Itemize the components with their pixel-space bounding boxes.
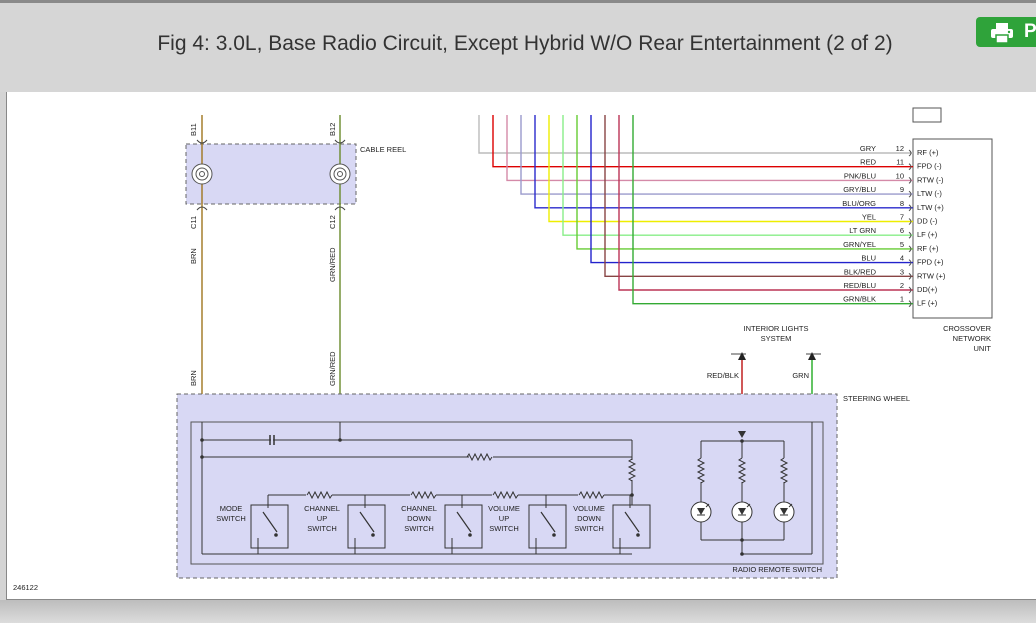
figure-number: 246122 (13, 583, 38, 592)
red-blk-arrow (738, 352, 746, 360)
print-button-label: P (1024, 21, 1036, 42)
switch-label-3-line1: CHANNEL (401, 504, 437, 513)
pin-number-6: 6 (900, 226, 904, 235)
switch-label-2-line3: SWITCH (307, 524, 337, 533)
pin-c12: C12 (328, 215, 337, 229)
pin-function-10: RTW (-) (917, 175, 944, 184)
pin-function-6: LF (+) (917, 230, 938, 239)
switch-label-5-line3: SWITCH (574, 524, 604, 533)
header-bar: Fig 4: 3.0L, Base Radio Circuit, Except … (0, 0, 1036, 92)
wire-label-grn-red-upper: GRN/RED (328, 247, 337, 282)
wire-color-label-pin-5: GRN/YEL (843, 240, 876, 249)
pin-number-4: 4 (900, 254, 904, 263)
switch-label-4-line1: VOLUME (488, 504, 520, 513)
pin-function-4: FPD (+) (917, 258, 944, 267)
wire-color-label-pin-10: PNK/BLU (844, 171, 876, 180)
pin-function-11: FPD (-) (917, 162, 942, 171)
cable-reel-coil-right (329, 163, 351, 185)
interior-lights-label-line2: SYSTEM (761, 334, 792, 343)
wire-label-grn-red-lower: GRN/RED (328, 351, 337, 386)
wire-pin-3 (604, 115, 913, 277)
wire-color-label-pin-6: LT GRN (849, 226, 876, 235)
crossover-label-line2: NETWORK (953, 334, 991, 343)
pin-function-5: RF (+) (917, 244, 939, 253)
wire-color-label-pin-9: GRY/BLU (843, 185, 876, 194)
pin-c11: C11 (189, 216, 198, 229)
wire-label-brn-upper: BRN (189, 248, 198, 264)
wire-color-label-pin-3: BLK/RED (844, 267, 877, 276)
switch-label-3-line2: DOWN (407, 514, 431, 523)
pin-function-7: DD (-) (917, 217, 938, 226)
pin-number-9: 9 (900, 185, 904, 194)
red-blk-wire-label: RED/BLK (707, 371, 739, 380)
wire-pin-9 (520, 115, 913, 195)
pin-number-12: 12 (896, 144, 904, 153)
wire-color-label-pin-2: RED/BLU (843, 281, 876, 290)
pin-number-3: 3 (900, 267, 904, 276)
pin-function-2: DD(+) (917, 285, 938, 294)
switch-contact-3 (468, 533, 472, 537)
radio-remote-switch-label: RADIO REMOTE SWITCH (732, 565, 822, 574)
pin-b11: B11 (189, 123, 198, 136)
wire-color-label-pin-12: GRY (860, 144, 876, 153)
switch-label-5-line2: DOWN (577, 514, 601, 523)
pin-function-1: LF (+) (917, 299, 938, 308)
cable-reel-label: CABLE REEL (360, 145, 406, 154)
wire-pin-11 (492, 115, 913, 168)
wire-pin-12 (478, 115, 913, 154)
pin-function-9: LTW (-) (917, 189, 942, 198)
switch-contact-1 (274, 533, 278, 537)
wire-color-label-pin-8: BLU/ORG (842, 199, 876, 208)
cap-gap (271, 436, 273, 444)
switch-label-2-line2: UP (317, 514, 327, 523)
footer-band (0, 600, 1036, 623)
pin-b12: B12 (328, 123, 337, 136)
switch-label-2-line1: CHANNEL (304, 504, 340, 513)
switch-contact-2 (371, 533, 375, 537)
crossover-stub (912, 107, 942, 123)
junction-second-bus (200, 455, 204, 459)
junction-brn (200, 438, 204, 442)
printer-icon (991, 23, 1013, 43)
wire-color-label-pin-4: BLU (861, 254, 876, 263)
crossover-pin-layer: GRY 12 RF (+)RED 11 FPD (-)PNK/BLU 10 RTW (-)G… (478, 115, 946, 308)
junction-switch-bus (630, 493, 634, 497)
wiring-diagram: CABLE REEL B11 B12 C11 C12 BRN GRN/RED B… (13, 107, 993, 592)
wire-color-label-pin-1: GRN/BLK (843, 295, 876, 304)
switch-label-4-line2: UP (499, 514, 509, 523)
grn-wire-label: GRN (792, 371, 809, 380)
crossover-label-line3: UNIT (974, 344, 992, 353)
wiring-diagram-panel: CABLE REEL B11 B12 C11 C12 BRN GRN/RED B… (6, 92, 1036, 600)
pin-function-3: RTW (+) (917, 271, 946, 280)
pin-number-1: 1 (900, 295, 904, 304)
switch-label-4-line3: SWITCH (489, 524, 519, 533)
pin-number-5: 5 (900, 240, 904, 249)
wire-label-brn-lower: BRN (189, 370, 198, 386)
grn-arrow (808, 352, 816, 360)
header-top-border (0, 0, 1036, 3)
interior-lights-label-line1: INTERIOR LIGHTS (743, 324, 808, 333)
cable-reel-coil-left (191, 163, 213, 185)
crossover-label-line1: CROSSOVER (943, 324, 992, 333)
switch-label-3-line3: SWITCH (404, 524, 434, 533)
switch-contact-4 (552, 533, 556, 537)
pin-number-2: 2 (900, 281, 904, 290)
wire-color-label-pin-11: RED (860, 158, 876, 167)
switch-contact-5 (636, 533, 640, 537)
pin-number-8: 8 (900, 199, 904, 208)
switch-label-1-line2: SWITCH (216, 514, 246, 523)
junction-return (740, 552, 744, 556)
switch-label-5-line1: VOLUME (573, 504, 605, 513)
pin-number-11: 11 (896, 158, 904, 167)
pin-function-8: LTW (+) (917, 203, 944, 212)
print-button[interactable]: P (976, 17, 1036, 47)
wire-color-label-pin-7: YEL (862, 213, 876, 222)
figure-title: Fig 4: 3.0L, Base Radio Circuit, Except … (157, 32, 893, 55)
switch-label-1-line1: MODE (220, 504, 243, 513)
pin-number-10: 10 (896, 171, 904, 180)
pin-number-7: 7 (900, 213, 904, 222)
steering-wheel-label: STEERING WHEEL (843, 394, 910, 403)
pin-function-12: RF (+) (917, 148, 939, 157)
junction-grn-red (338, 438, 342, 442)
